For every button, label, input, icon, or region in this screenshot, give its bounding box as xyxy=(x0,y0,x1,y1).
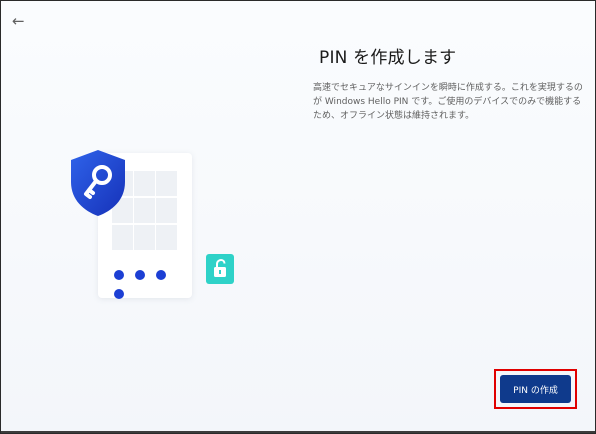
setup-window: ← PIN を作成します 高速でセキュアなサインインを瞬時に作成する。これを実現… xyxy=(0,0,596,434)
keypad-cell xyxy=(156,171,177,196)
keypad-cell xyxy=(156,198,177,223)
create-pin-button[interactable]: PIN の作成 xyxy=(500,375,571,403)
keypad-cell xyxy=(134,171,155,196)
pin-dot xyxy=(135,270,145,280)
pin-dots xyxy=(114,265,192,303)
keypad-cell xyxy=(112,225,133,250)
highlight-frame: PIN の作成 xyxy=(494,369,577,409)
keypad-cell xyxy=(134,225,155,250)
keypad-cell xyxy=(156,225,177,250)
pin-dot xyxy=(114,270,124,280)
back-arrow-icon[interactable]: ← xyxy=(12,11,32,31)
unlock-icon xyxy=(206,254,234,284)
pin-dot xyxy=(114,289,124,299)
page-description: 高速でセキュアなサインインを瞬時に作成する。これを実現するのが Windows … xyxy=(313,83,583,121)
page-title: PIN を作成します xyxy=(319,48,457,68)
pin-dot xyxy=(156,270,166,280)
keypad-cell xyxy=(134,198,155,223)
shield-key-icon xyxy=(71,150,125,216)
bottom-border xyxy=(1,431,595,433)
